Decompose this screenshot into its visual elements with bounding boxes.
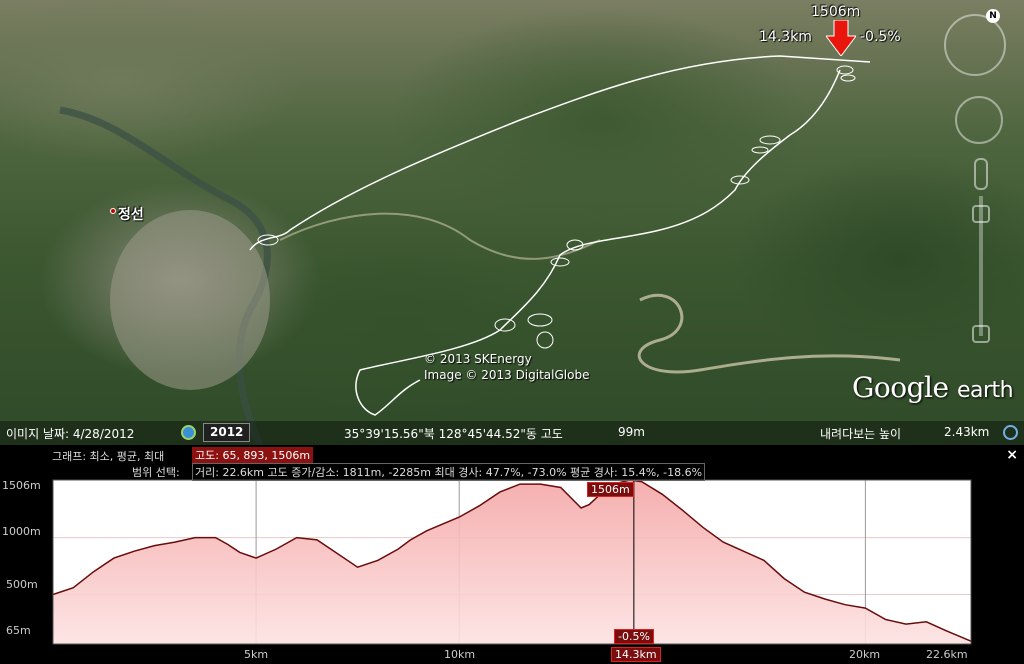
street-view-pegman-icon[interactable] <box>974 158 988 190</box>
y-tick-label: 65m <box>6 624 31 637</box>
zoom-out-icon[interactable] <box>972 325 990 343</box>
imagery-year-button[interactable]: 2012 <box>203 423 251 442</box>
graph-summary-value: 고도: 65, 893, 1506m <box>192 447 314 463</box>
map-view[interactable]: 정선 © 2013 SKEnergy Image © 2013 DigitalG… <box>0 0 1024 445</box>
range-stats-value: 거리: 22.6km 고도 증가/감소: 1811m, -2285m 최대 경사… <box>192 463 706 481</box>
compass-north-icon[interactable]: N <box>986 9 1000 23</box>
status-bar: 이미지 날짜: 4/28/2012 2012 35°39'15.56"북 128… <box>0 421 1024 445</box>
x-tick-label: 22.6km <box>926 648 968 661</box>
google-earth-logo: Google earth <box>852 371 1014 404</box>
copyright-skenergy: © 2013 SKEnergy <box>424 352 532 366</box>
streaming-globe-icon <box>1003 425 1018 440</box>
y-tick-label: 1000m <box>2 525 41 538</box>
historical-imagery-clock-icon[interactable] <box>181 425 196 440</box>
cursor-elevation-tag: 1506m <box>587 482 634 497</box>
compass-ring[interactable] <box>944 14 1006 76</box>
eye-altitude-value: 2.43km <box>944 425 990 439</box>
google-wordmark: Google <box>852 371 949 404</box>
earth-wordmark: earth <box>956 378 1014 403</box>
elevation-profile-panel[interactable]: 그래프: 최소, 평균, 최대 고도: 65, 893, 1506m 범위 선택… <box>0 445 1024 664</box>
graph-summary-label: 그래프: 최소, 평균, 최대 <box>52 450 165 463</box>
x-tick-label: 5km <box>244 648 269 661</box>
place-marker-icon[interactable] <box>110 208 116 214</box>
copyright-digitalglobe: Image © 2013 DigitalGlobe <box>424 368 590 382</box>
altitude-readout: 99m <box>618 425 645 439</box>
look-joystick[interactable] <box>955 96 1003 144</box>
callout-elevation: 1506m <box>811 4 861 20</box>
position-arrow-icon <box>826 20 856 56</box>
callout-distance: 14.3km <box>759 29 812 45</box>
range-stats-label: 범위 선택: <box>132 466 180 479</box>
callout-slope: -0.5% <box>860 29 901 45</box>
cursor-slope-tag: -0.5% <box>614 629 654 644</box>
zoom-in-icon[interactable] <box>972 205 990 223</box>
coordinates-readout: 35°39'15.56"북 128°45'44.52"동 고도 <box>344 427 563 441</box>
y-tick-label: 500m <box>6 578 38 591</box>
place-label[interactable]: 정선 <box>118 204 144 224</box>
image-date: 이미지 날짜: 4/28/2012 <box>6 427 135 441</box>
y-tick-label: 1506m <box>2 479 41 492</box>
x-tick-label: 20km <box>849 648 881 661</box>
x-tick-label: 10km <box>444 648 476 661</box>
cursor-distance-tag: 14.3km <box>611 647 661 662</box>
close-profile-icon[interactable]: × <box>1006 447 1018 463</box>
eye-altitude-label: 내려다보는 높이 <box>820 427 902 441</box>
